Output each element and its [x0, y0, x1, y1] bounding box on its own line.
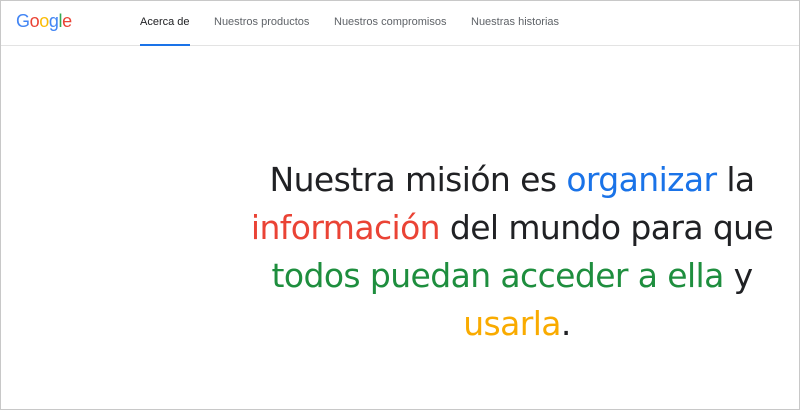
page-frame: Google Acerca de Nuestros productos Nues… [0, 0, 800, 410]
top-navigation-bar: Google Acerca de Nuestros productos Nues… [1, 1, 799, 46]
mission-word-organizar: organizar [566, 160, 717, 199]
logo-letter-e: e [62, 11, 72, 31]
tab-acerca-de[interactable]: Acerca de [140, 1, 190, 46]
mission-word-informacion: información [250, 208, 441, 247]
mission-period: . [560, 304, 571, 343]
mission-statement: Nuestra misión es organizar la informaci… [241, 156, 793, 348]
tab-nuestros-productos[interactable]: Nuestros productos [214, 1, 309, 45]
mission-phrase-todos: todos puedan acceder a ella [271, 256, 725, 295]
logo-letter-o1: o [29, 11, 40, 31]
logo-letter-o2: o [39, 11, 49, 31]
google-logo[interactable]: Google [16, 9, 72, 33]
tab-nuestros-compromisos[interactable]: Nuestros compromisos [334, 1, 446, 45]
mission-text-2: la [716, 160, 765, 199]
mission-text-4: y [723, 256, 763, 295]
mission-word-usarla: usarla [463, 304, 561, 343]
logo-letter-g2: g [48, 11, 59, 31]
tab-nuestras-historias[interactable]: Nuestras historias [471, 1, 559, 45]
logo-letter-g: G [16, 11, 30, 31]
mission-text-1: Nuestra misión es [269, 160, 567, 199]
mission-text-3: del mundo para que [439, 208, 784, 247]
